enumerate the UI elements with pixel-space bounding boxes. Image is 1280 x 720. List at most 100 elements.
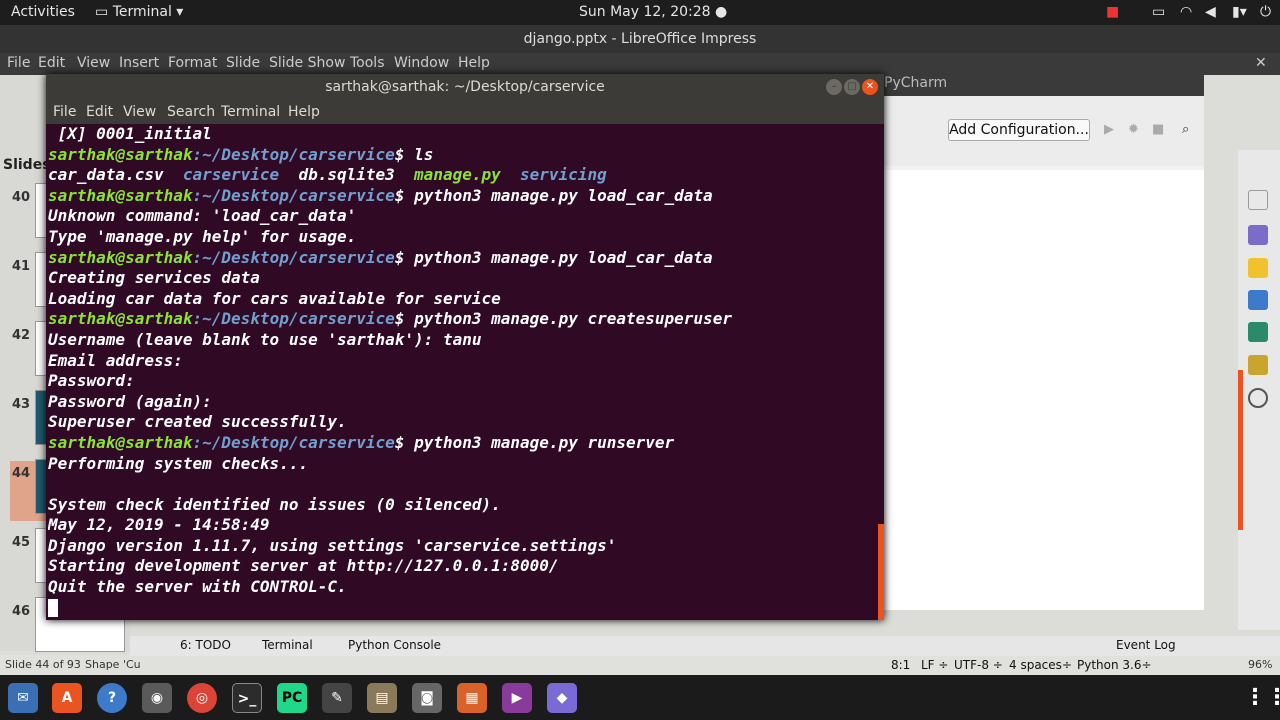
power-icon[interactable]: ⏻ — [1260, 4, 1271, 20]
prompt-path: :~/Desktop/carservice — [192, 144, 395, 164]
line-separator[interactable]: LF ÷ — [921, 658, 948, 672]
python-interpreter[interactable]: Python 3.6÷ — [1077, 658, 1152, 672]
stop-icon[interactable]: ■ — [1152, 122, 1164, 137]
pycharm-title: PyCharm — [884, 70, 1204, 96]
caret-position[interactable]: 8:1 — [891, 658, 910, 672]
ls-entry: servicing — [520, 165, 607, 185]
impress-menu-edit[interactable]: Edit — [38, 55, 65, 71]
debug-icon[interactable]: ✹ — [1128, 122, 1139, 137]
maximize-icon[interactable]: □ — [844, 79, 860, 95]
output-text: May 12, 2019 - 14:58:49 — [48, 515, 270, 535]
terminal-line: Quit the server with CONTROL-C. — [48, 577, 882, 598]
impress-menu-tools[interactable]: Tools — [350, 55, 385, 71]
panel-icon[interactable] — [1248, 290, 1268, 310]
activities-button[interactable]: Activities — [11, 4, 75, 20]
ls-entry: db.sqlite3 — [298, 165, 395, 185]
file-encoding[interactable]: UTF-8 ÷ — [954, 658, 1003, 672]
terminal-line: Username (leave blank to use 'sarthak'):… — [48, 330, 882, 351]
chrome-icon[interactable]: ◎ — [187, 683, 217, 713]
terminal-menu-file[interactable]: File — [53, 104, 76, 120]
tools-icon[interactable] — [1248, 190, 1268, 210]
show-applications-icon[interactable]: ⋮⋮ — [1244, 683, 1280, 713]
clock-label: Sun May 12, 20:28 — [579, 4, 711, 20]
terminal-window[interactable]: sarthak@sarthak: ~/Desktop/carservice – … — [46, 74, 884, 620]
terminal-scrollbar[interactable] — [878, 524, 884, 620]
event-log-button[interactable]: Event Log — [1116, 638, 1176, 652]
terminal-menu-help[interactable]: Help — [288, 104, 320, 120]
code-editor[interactable] — [884, 170, 1204, 610]
star-icon[interactable] — [1248, 258, 1268, 278]
clock[interactable]: Sun May 12, 20:28 ● — [579, 4, 727, 20]
output-text: Creating services data — [48, 268, 260, 288]
document-icon[interactable] — [1248, 225, 1268, 245]
files-icon[interactable]: ▤ — [367, 683, 397, 713]
dock: ✉ A ? ◉ ◎ >_ PC ✎ ▤ ◙ ▦ ▶ ◆ ⋮⋮ — [0, 675, 1280, 720]
pycharm-tool-strip: 6: TODO Terminal Python Console Event Lo… — [130, 636, 1280, 656]
python-console-tab[interactable]: Python Console — [348, 638, 441, 652]
terminal-tab[interactable]: Terminal — [262, 638, 313, 652]
prompt-symbol: $ — [394, 144, 405, 164]
terminal-menu-view[interactable]: View — [123, 104, 156, 120]
impress-menu-format[interactable]: Format — [168, 55, 217, 71]
editor-icon[interactable]: ✎ — [322, 683, 352, 713]
scrollbar-thumb[interactable] — [1238, 370, 1243, 530]
terminal-line: Email address: — [48, 351, 882, 372]
impress-icon[interactable]: ▦ — [457, 683, 487, 713]
terminal-menu-terminal[interactable]: Terminal — [221, 104, 280, 120]
terminal-line: Starting development server at http://12… — [48, 556, 882, 577]
command-text: ls — [404, 144, 434, 164]
command-text: python3 manage.py createsuperuser — [404, 309, 732, 329]
search-icon[interactable]: ⌕ — [1182, 122, 1189, 137]
minimize-icon[interactable]: – — [826, 79, 842, 95]
app-menu[interactable]: ▭ Terminal ▾ — [95, 4, 183, 20]
impress-menu-view[interactable]: View — [77, 55, 110, 71]
camera-icon[interactable]: ◙ — [412, 683, 442, 713]
impress-menu-help[interactable]: Help — [458, 55, 490, 71]
software-center-icon[interactable]: A — [52, 683, 82, 713]
gallery-icon[interactable] — [1248, 355, 1268, 375]
wifi-icon[interactable]: ◠ — [1180, 4, 1192, 20]
output-text: Type 'manage.py help' for usage. — [48, 226, 357, 246]
pycharm-title-label: PyCharm — [884, 75, 948, 91]
close-document-icon[interactable]: ✕ — [1255, 55, 1267, 71]
terminal-output[interactable]: [X] 0001_initial sarthak@sarthak:~/Deskto… — [48, 124, 882, 620]
terminal-line: Type 'manage.py help' for usage. — [48, 227, 882, 248]
pycharm-icon[interactable]: PC — [277, 683, 307, 713]
impress-title: django.pptx - LibreOffice Impress — [0, 25, 1280, 53]
volume-icon[interactable]: ◀ — [1205, 4, 1216, 20]
prompt-user: sarthak@sarthak — [48, 185, 193, 205]
indent-setting[interactable]: 4 spaces÷ — [1009, 658, 1072, 672]
video-icon[interactable]: ▶ — [502, 683, 532, 713]
todo-tab[interactable]: 6: TODO — [180, 638, 231, 652]
impress-menu-slide[interactable]: Slide — [226, 55, 260, 71]
add-configuration-button[interactable]: Add Configuration... — [948, 119, 1090, 141]
impress-menu-window[interactable]: Window — [394, 55, 449, 71]
thunderbird-icon[interactable]: ✉ — [8, 683, 38, 713]
settings-icon[interactable]: ◉ — [142, 683, 172, 713]
terminal-line: sarthak@sarthak:~/Desktop/carservice$ py… — [48, 433, 882, 454]
prompt-user: sarthak@sarthak — [48, 309, 193, 329]
help-icon[interactable]: ? — [97, 683, 127, 713]
run-icon[interactable]: ▶ — [1104, 122, 1114, 137]
record-icon[interactable]: ■ — [1106, 4, 1119, 20]
close-icon[interactable]: ✕ — [862, 79, 878, 95]
terminal-line: sarthak@sarthak:~/Desktop/carservice$ ls — [48, 145, 882, 166]
text-cursor — [48, 599, 58, 618]
display-icon[interactable]: ▭ — [1152, 4, 1165, 20]
slide-number: 46 — [12, 604, 31, 619]
terminal-icon[interactable]: >_ — [232, 683, 262, 713]
pycharm-statusbar: 8:1 LF ÷ UTF-8 ÷ 4 spaces÷ Python 3.6÷ — [885, 657, 1235, 675]
text-icon[interactable] — [1248, 322, 1268, 342]
impress-menu-file[interactable]: File — [7, 55, 30, 71]
terminal-menu-search[interactable]: Search — [167, 104, 215, 120]
navigator-icon[interactable] — [1248, 388, 1268, 408]
impress-menu-insert[interactable]: Insert — [119, 55, 159, 71]
impress-menu-slideshow[interactable]: Slide Show — [269, 55, 345, 71]
terminal-line: System check identified no issues (0 sil… — [48, 495, 882, 516]
ls-entry: manage.py — [414, 165, 501, 185]
zoom-level[interactable]: 96% — [1248, 658, 1272, 671]
terminal-menu-edit[interactable]: Edit — [86, 104, 113, 120]
diamond-app-icon[interactable]: ◆ — [547, 683, 577, 713]
prompt-path: :~/Desktop/carservice — [192, 247, 395, 267]
battery-icon[interactable]: ▮▾ — [1232, 4, 1247, 20]
